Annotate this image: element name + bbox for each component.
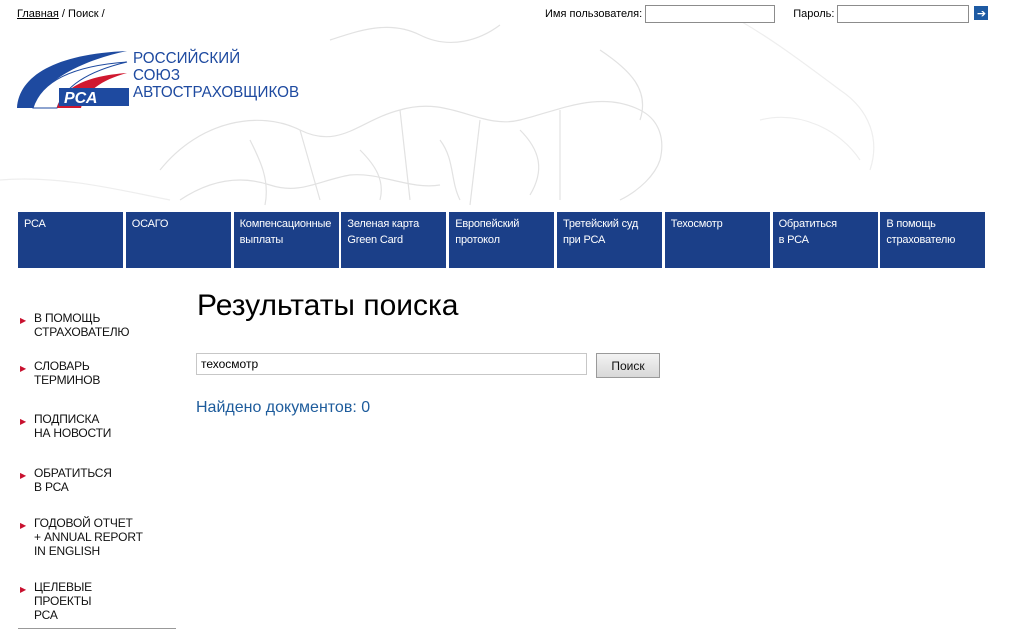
sidebar-item-label: В помощь страхователю	[34, 311, 130, 339]
bullet-arrow-icon: ▶	[20, 364, 26, 373]
username-label: Имя пользователя:	[545, 8, 643, 20]
sidebar-item-annual-report[interactable]: ▶ Годовой отчет + Annual report in Engli…	[20, 516, 180, 558]
sidebar-item-label: Подписка на новости	[34, 412, 112, 440]
nav-item-green-card[interactable]: Зеленая карта Green Card	[341, 212, 447, 268]
sidebar-item-label: Годовой отчет + Annual report in English	[34, 516, 143, 558]
sidebar-item-contact[interactable]: ▶ Обратиться в РСА	[20, 466, 180, 494]
bullet-arrow-icon: ▶	[20, 417, 26, 426]
breadcrumb-separator: /	[58, 8, 69, 20]
logo-line-2: СОЮЗ	[133, 67, 181, 84]
nav-item-insured-help[interactable]: В помощь страхователю	[880, 212, 986, 268]
arrow-right-icon: ➔	[976, 7, 987, 20]
password-label: Пароль:	[793, 8, 835, 20]
username-field[interactable]	[645, 5, 776, 23]
logo-line-3: АВТОСТРАХОВЩИКОВ	[133, 84, 300, 101]
search-button[interactable]: Поиск	[596, 353, 660, 378]
logo-line-1: РОССИЙСКИЙ	[133, 50, 241, 67]
breadcrumb: Главная / Поиск /	[17, 8, 105, 20]
logo-wordmark: РОССИЙСКИЙ СОЮЗ АВТОСТРАХОВЩИКОВ	[133, 50, 299, 101]
sidebar-item-label: Обратиться в РСА	[34, 466, 112, 494]
nav-item-osago[interactable]: ОСАГО	[125, 212, 231, 268]
nav-item-inspection[interactable]: Техосмотр	[664, 212, 770, 268]
nav-item-arbitration[interactable]: Третейский суд при РСА	[556, 212, 662, 268]
emblem-text: РСА	[64, 90, 97, 107]
nav-item-rsa[interactable]: РСА	[18, 212, 123, 268]
bullet-arrow-icon: ▶	[20, 316, 26, 325]
nav-item-contact[interactable]: Обратиться в РСА	[772, 212, 878, 268]
nav-item-compensation[interactable]: Компенсационные выплаты	[233, 212, 339, 268]
sidebar-item-target-projects[interactable]: ▶ Целевые проекты РСА	[20, 580, 180, 622]
sidebar-divider	[18, 628, 176, 629]
sidebar: ▶ В помощь страхователю ▶ Словарь термин…	[20, 311, 180, 622]
sidebar-item-subscription[interactable]: ▶ Подписка на новости	[20, 412, 180, 440]
breadcrumb-separator-trailing: /	[98, 8, 105, 20]
login-form: Имя пользователя: Пароль: ➔	[545, 5, 989, 23]
breadcrumb-home-link[interactable]: Главная	[17, 8, 59, 20]
password-field[interactable]	[837, 5, 970, 23]
nav-item-european-protocol[interactable]: Европейский протокол	[449, 212, 555, 268]
page-title: Результаты поиска	[197, 289, 459, 322]
login-submit-button[interactable]: ➔	[974, 6, 989, 20]
logo[interactable]: РСА РОССИЙСКИЙ СОЮЗ АВТОСТРАХОВЩИКОВ	[15, 48, 308, 110]
sidebar-item-label: Целевые проекты РСА	[34, 580, 92, 622]
sidebar-item-label: Словарь терминов	[34, 359, 101, 387]
bullet-arrow-icon: ▶	[20, 585, 26, 594]
sidebar-item-insured-help[interactable]: ▶ В помощь страхователю	[20, 311, 180, 339]
main-nav: РСА ОСАГО Компенсационные выплаты Зелена…	[18, 212, 986, 268]
bullet-arrow-icon: ▶	[20, 521, 26, 530]
search-input[interactable]	[196, 353, 587, 375]
breadcrumb-current: Поиск	[68, 8, 99, 20]
rsa-emblem-icon: РСА	[17, 51, 129, 109]
results-count: Найдено документов: 0	[196, 399, 371, 416]
bullet-arrow-icon: ▶	[20, 471, 26, 480]
sidebar-item-glossary[interactable]: ▶ Словарь терминов	[20, 359, 180, 387]
